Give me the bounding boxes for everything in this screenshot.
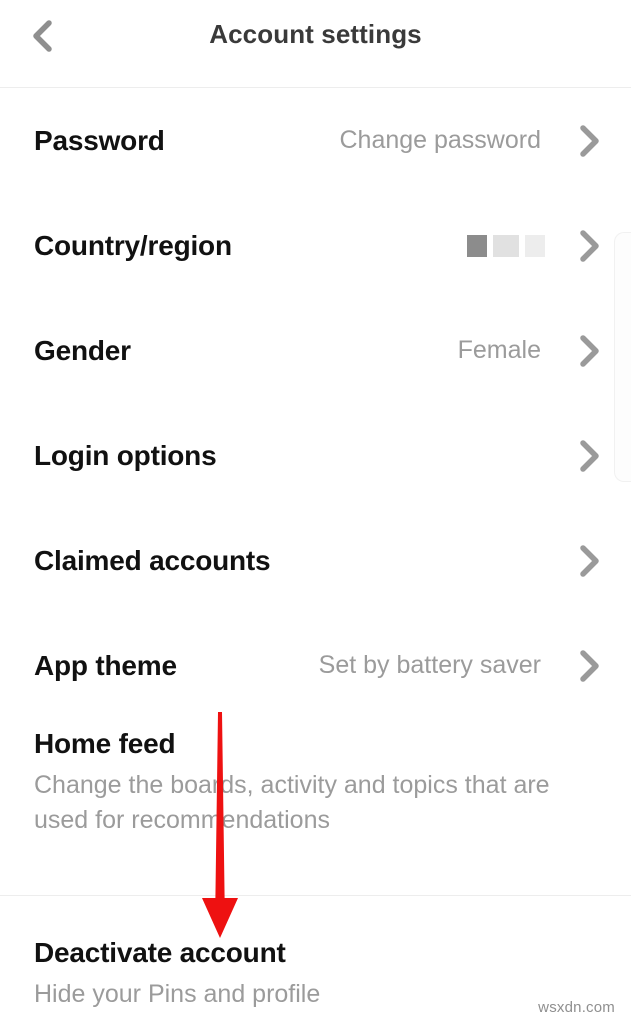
header-bar: Account settings — [0, 0, 631, 88]
section-divider — [0, 895, 631, 896]
settings-row-gender[interactable]: Gender Female — [0, 298, 631, 403]
row-label: Claimed accounts — [34, 545, 271, 576]
chevron-right-icon — [575, 403, 603, 508]
redaction-block — [467, 234, 487, 257]
redaction-block — [493, 234, 519, 257]
settings-row-country-region[interactable]: Country/region — [0, 193, 631, 298]
chevron-right-icon — [575, 298, 603, 403]
settings-list: Password Change password Country/region — [0, 88, 631, 873]
settings-row-claimed-accounts[interactable]: Claimed accounts — [0, 508, 631, 613]
settings-row-login-options[interactable]: Login options — [0, 403, 631, 508]
watermark: wsxdn.com — [538, 999, 615, 1016]
redaction-block — [525, 234, 545, 257]
row-label: App theme — [34, 650, 177, 681]
chevron-right-icon — [575, 613, 603, 718]
chevron-right-icon — [575, 193, 603, 298]
settings-row-deactivate-account[interactable]: Deactivate account Hide your Pins and pr… — [0, 925, 631, 1024]
chevron-right-icon — [575, 508, 603, 613]
settings-row-password[interactable]: Password Change password — [0, 88, 631, 193]
settings-row-app-theme[interactable]: App theme Set by battery saver — [0, 613, 631, 718]
row-value: Change password — [339, 126, 541, 154]
row-subtitle: Change the boards, activity and topics t… — [34, 771, 550, 834]
row-label: Gender — [34, 335, 131, 366]
row-subtitle: Hide your Pins and profile — [34, 980, 321, 1008]
account-settings-screen: Account settings Password Change passwor… — [0, 0, 631, 1024]
scrollbar-thumb[interactable] — [614, 232, 631, 482]
row-label: Login options — [34, 440, 217, 471]
chevron-right-icon — [575, 88, 603, 193]
row-label: Password — [34, 125, 165, 156]
settings-row-home-feed[interactable]: Home feed Change the boards, activity an… — [0, 718, 631, 873]
row-value: Female — [457, 336, 541, 364]
row-label: Country/region — [34, 230, 232, 261]
row-title: Home feed — [34, 728, 176, 759]
redacted-value — [467, 193, 545, 298]
page-title: Account settings — [209, 19, 422, 49]
row-title: Deactivate account — [34, 937, 286, 968]
row-value: Set by battery saver — [318, 651, 541, 679]
